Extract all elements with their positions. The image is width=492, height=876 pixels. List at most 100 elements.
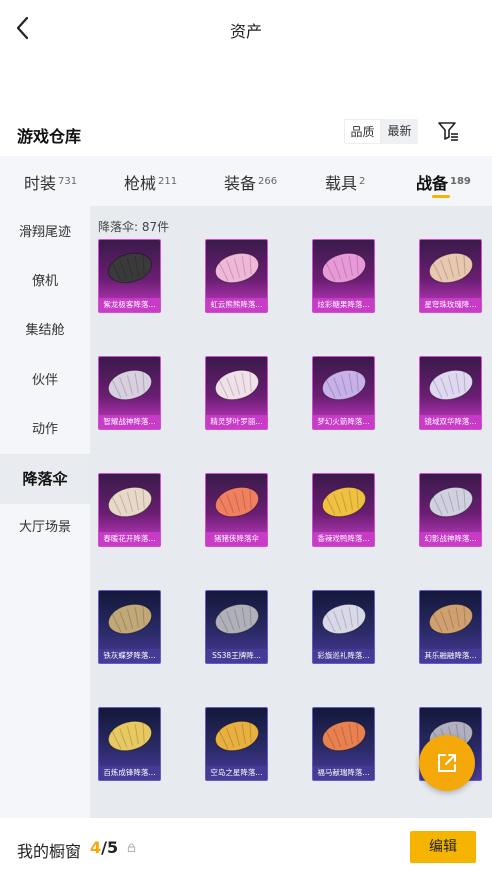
tab-firearms[interactable]: 枪械 211 [124,170,177,194]
parachute-image [321,369,367,401]
parachute-image [214,486,260,518]
filter-icon [438,122,458,141]
item-name: SS38王牌降... [206,649,267,663]
tab-vehicles[interactable]: 载具 2 [325,170,365,194]
item-name: 其乐融融降落... [420,649,481,663]
parachute-image [428,486,474,518]
sort-newest-button[interactable]: 最新 [381,119,418,144]
page-title: 资产 [229,22,262,41]
item-name: 精灵梦叶罗丽... [206,415,267,429]
parachute-image [107,252,153,284]
top-bar: 资产 [0,0,492,58]
sidebar-item-wingman[interactable]: 僚机 [0,257,90,307]
tab-label: 枪械 [124,174,157,193]
item-name: 猪猪侠降落伞 [206,532,267,546]
sidebar-item-parachute[interactable]: 降落伞 [0,454,90,504]
item-card[interactable]: 炫彩糖果降落... [312,239,375,313]
sort-toggle: 品质 最新 [344,119,418,144]
item-card[interactable]: 镜域双华降落... [419,356,482,430]
item-card[interactable]: 梦幻火箭降落... [312,356,375,430]
tab-count: 731 [58,176,78,187]
item-name: 春暖花开降落... [99,532,160,546]
parachute-image [428,603,474,635]
filter-button[interactable] [436,119,460,143]
parachute-image [107,720,153,752]
item-name: 虹云熊熊降落... [206,298,267,312]
warehouse-title: 游戏仓库 [17,127,82,146]
showcase-count-total: 5 [106,838,119,857]
item-card[interactable]: 紫龙极客降落... [98,239,161,313]
item-name: 百炼成锋降落... [99,766,160,780]
item-name: 梦幻火箭降落... [313,415,374,429]
showcase-bar: 我的橱窗 4/5 编辑 [0,818,492,876]
item-name: 智耀战神降落... [99,415,160,429]
tab-count: 2 [359,176,366,187]
sidebar-item-lobby-scene[interactable]: 大厅场景 [0,503,90,553]
tab-count: 189 [450,176,471,187]
item-name: 香辣戏鸭降落... [313,532,374,546]
parachute-image [321,720,367,752]
category-tabs: 时装 731 枪械 211 装备 266 载具 2 战备 189 [0,156,492,206]
item-name: 炫彩糖果降落... [313,298,374,312]
edit-button[interactable]: 编辑 [410,831,476,863]
tab-fashion[interactable]: 时装 731 [24,170,77,194]
lock-icon [127,843,136,852]
showcase-label: 我的橱窗 [17,842,82,861]
item-name: 福马献瑞降落... [313,766,374,780]
showcase-count: 4/5 [90,838,118,857]
parachute-image [321,486,367,518]
item-card[interactable]: 香辣戏鸭降落... [312,473,375,547]
item-grid: 降落伞: 87件 紫龙极客降落... 虹云熊熊降落... 炫彩糖果降落... 星穹珠玫… [90,206,492,818]
item-card[interactable]: 幻影战神降落... [419,473,482,547]
category-count-title: 降落伞: 87件 [98,220,170,234]
item-name: 紫龙极客降落... [99,298,160,312]
subcategory-sidebar: 滑翔尾迹 僚机 集结舱 伙伴 动作 降落伞 大厅场景 [0,206,90,818]
item-name: 空岛之星降落... [206,766,267,780]
parachute-image [321,603,367,635]
item-name: 铁灰蝶梦降落... [99,649,160,663]
item-card[interactable]: 智耀战神降落... [98,356,161,430]
item-card[interactable]: 福马献瑞降落... [312,707,375,781]
parachute-image [107,369,153,401]
item-card[interactable]: 铁灰蝶梦降落... [98,590,161,664]
external-link-icon [438,754,456,772]
item-card[interactable]: 彩旗巡礼降落... [312,590,375,664]
showcase-count-used: 4 [90,838,102,857]
item-card[interactable]: 百炼成锋降落... [98,707,161,781]
item-card[interactable]: 星穹珠玫瑰降... [419,239,482,313]
item-name: 星穹珠玫瑰降... [420,298,481,312]
tab-count: 211 [158,176,178,187]
parachute-image [214,252,260,284]
item-card[interactable]: 猪猪侠降落伞 [205,473,268,547]
item-name: 镜域双华降落... [420,415,481,429]
parachute-image [214,720,260,752]
sidebar-item-glide-trail[interactable]: 滑翔尾迹 [0,208,90,258]
sort-quality-button[interactable]: 品质 [344,119,381,144]
item-name: 彩旗巡礼降落... [313,649,374,663]
parachute-image [107,603,153,635]
item-card[interactable]: 虹云熊熊降落... [205,239,268,313]
tab-label: 战备 [416,174,449,193]
warehouse-header: 游戏仓库 品质 最新 [0,116,492,156]
tab-count: 266 [258,176,278,187]
parachute-image [107,486,153,518]
sidebar-item-partner[interactable]: 伙伴 [0,356,90,406]
parachute-image [428,369,474,401]
item-name: 幻影战神降落... [420,532,481,546]
item-card[interactable]: 其乐融融降落... [419,590,482,664]
sidebar-item-emote[interactable]: 动作 [0,405,90,455]
tab-equipment[interactable]: 装备 266 [224,170,277,194]
item-card[interactable]: 春暖花开降落... [98,473,161,547]
parachute-image [214,369,260,401]
item-card[interactable]: 精灵梦叶罗丽... [205,356,268,430]
parachute-image [321,252,367,284]
sidebar-item-assembly-pod[interactable]: 集结舱 [0,306,90,356]
tab-label: 载具 [325,174,358,193]
share-fab-button[interactable] [419,735,475,791]
tab-supplies[interactable]: 战备 189 [416,170,471,198]
tab-label: 时装 [24,174,57,193]
item-card[interactable]: SS38王牌降... [205,590,268,664]
item-card[interactable]: 空岛之星降落... [205,707,268,781]
tab-label: 装备 [224,174,257,193]
parachute-image [214,603,260,635]
